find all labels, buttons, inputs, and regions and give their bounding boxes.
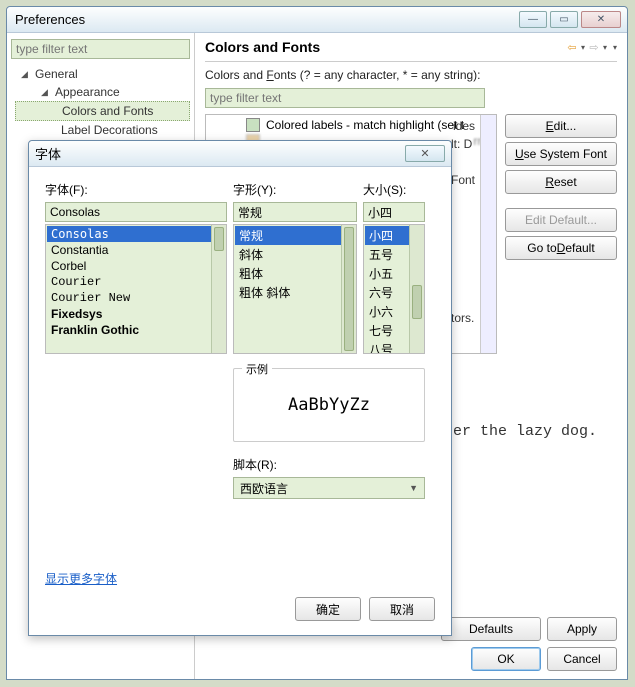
- peek-text: Font: [451, 173, 475, 187]
- edit-button[interactable]: Edit...: [505, 114, 617, 138]
- font-dialog: 字体 ✕ 字体(F): Consolas Constantia Corbel C…: [28, 140, 452, 636]
- tree-item-colors-fonts[interactable]: Colors and Fonts: [15, 101, 190, 121]
- script-label: 脚本(R):: [233, 456, 425, 473]
- tree-filter-input[interactable]: [11, 39, 190, 59]
- list-item[interactable]: Colored labels - match highlight (set t: [208, 117, 494, 133]
- peek-text: tors.: [451, 311, 474, 325]
- maximize-button[interactable]: ▭: [550, 11, 578, 28]
- list-item[interactable]: Franklin Gothic: [47, 322, 225, 338]
- font-dialog-title: 字体: [35, 144, 405, 163]
- list-item-label: Colored labels - match highlight (set t: [266, 118, 464, 132]
- show-more-fonts-link[interactable]: 显示更多字体: [45, 570, 117, 587]
- sample-text: AaBbYyZz: [234, 369, 424, 441]
- list-item[interactable]: Fixedsys: [47, 306, 225, 322]
- list-item[interactable]: 粗体: [235, 264, 355, 283]
- tree-item-appearance[interactable]: ◢ Appearance: [15, 83, 190, 101]
- nav-history: ⇦▾ ⇨▾ ▾: [565, 40, 617, 54]
- back-icon[interactable]: ⇦: [565, 40, 579, 54]
- go-to-default-button[interactable]: Go to Default: [505, 236, 617, 260]
- list-item[interactable]: Courier: [47, 274, 225, 290]
- expand-icon: ◢: [41, 87, 51, 98]
- cancel-button[interactable]: Cancel: [547, 647, 617, 671]
- color-swatch-icon: [246, 118, 260, 132]
- content-filter-input[interactable]: [205, 88, 485, 108]
- close-icon[interactable]: ✕: [405, 145, 445, 162]
- back-menu-icon[interactable]: ▾: [581, 43, 585, 52]
- size-label: 大小(S):: [363, 181, 425, 198]
- style-label: 字形(Y):: [233, 181, 357, 198]
- tree-label: Appearance: [55, 85, 120, 99]
- style-list[interactable]: 常规 斜体 粗体 粗体 斜体: [233, 224, 357, 354]
- font-ok-button[interactable]: 确定: [295, 597, 361, 621]
- font-label: 字体(F):: [45, 181, 227, 198]
- preferences-tree[interactable]: ◢ General ◢ Appearance Colors and Fonts La…: [11, 65, 190, 139]
- list-item[interactable]: 粗体 斜体: [235, 283, 355, 302]
- list-item[interactable]: Constantia: [47, 242, 225, 258]
- titlebar[interactable]: Preferences — ▭ ✕: [7, 7, 627, 33]
- font-cancel-button[interactable]: 取消: [369, 597, 435, 621]
- close-button[interactable]: ✕: [581, 11, 621, 28]
- tree-label: Colors and Fonts: [62, 104, 153, 118]
- scrollbar[interactable]: [480, 115, 496, 353]
- font-name-input[interactable]: [45, 202, 227, 222]
- font-dialog-titlebar[interactable]: 字体 ✕: [29, 141, 451, 167]
- scrollbar[interactable]: [409, 225, 424, 353]
- list-item[interactable]: 斜体: [235, 245, 355, 264]
- tree-item-label-decorations[interactable]: Label Decorations: [15, 121, 190, 139]
- font-style-input[interactable]: [233, 202, 357, 222]
- sample-label: 示例: [242, 361, 272, 377]
- edit-default-button[interactable]: Edit Default...: [505, 208, 617, 232]
- list-item[interactable]: Consolas: [47, 226, 225, 242]
- preview-sample: er the lazy dog.: [453, 423, 597, 440]
- tree-label: Label Decorations: [61, 123, 158, 137]
- ok-button[interactable]: OK: [471, 647, 541, 671]
- description-text: Colors and Fonts (? = any character, * =…: [205, 68, 617, 82]
- font-list[interactable]: Consolas Constantia Corbel Courier Couri…: [45, 224, 227, 354]
- expand-icon: ◢: [21, 69, 31, 80]
- list-item[interactable]: Courier New: [47, 290, 225, 306]
- restore-defaults-button[interactable]: Defaults: [441, 617, 541, 641]
- script-select[interactable]: 西欧语言 ▼: [233, 477, 425, 499]
- size-list[interactable]: 小四 五号 小五 六号 小六 七号 八号: [363, 224, 425, 354]
- peek-text: lt: D: [451, 137, 472, 151]
- page-title: Colors and Fonts: [205, 39, 320, 55]
- font-size-input[interactable]: [363, 202, 425, 222]
- reset-button[interactable]: Reset: [505, 170, 617, 194]
- scrollbar[interactable]: [341, 225, 356, 353]
- use-system-font-button[interactable]: Use System Font: [505, 142, 617, 166]
- forward-menu-icon[interactable]: ▾: [603, 43, 607, 52]
- scrollbar[interactable]: [211, 225, 226, 353]
- tree-item-general[interactable]: ◢ General: [15, 65, 190, 83]
- window-title: Preferences: [13, 12, 519, 27]
- minimize-button[interactable]: —: [519, 11, 547, 28]
- list-item[interactable]: Corbel: [47, 258, 225, 274]
- list-item[interactable]: 常规: [235, 226, 355, 245]
- window-controls: — ▭ ✕: [519, 11, 621, 28]
- script-value: 西欧语言: [240, 480, 288, 497]
- tree-label: General: [35, 67, 78, 81]
- peek-text: ides: [453, 119, 475, 133]
- view-menu-icon[interactable]: ▾: [613, 43, 617, 52]
- side-buttons: Edit... Use System Font Reset Edit Defau…: [505, 114, 617, 354]
- sample-box: 示例 AaBbYyZz: [233, 368, 425, 442]
- chevron-down-icon: ▼: [409, 483, 418, 493]
- forward-icon[interactable]: ⇨: [587, 40, 601, 54]
- apply-button[interactable]: Apply: [547, 617, 617, 641]
